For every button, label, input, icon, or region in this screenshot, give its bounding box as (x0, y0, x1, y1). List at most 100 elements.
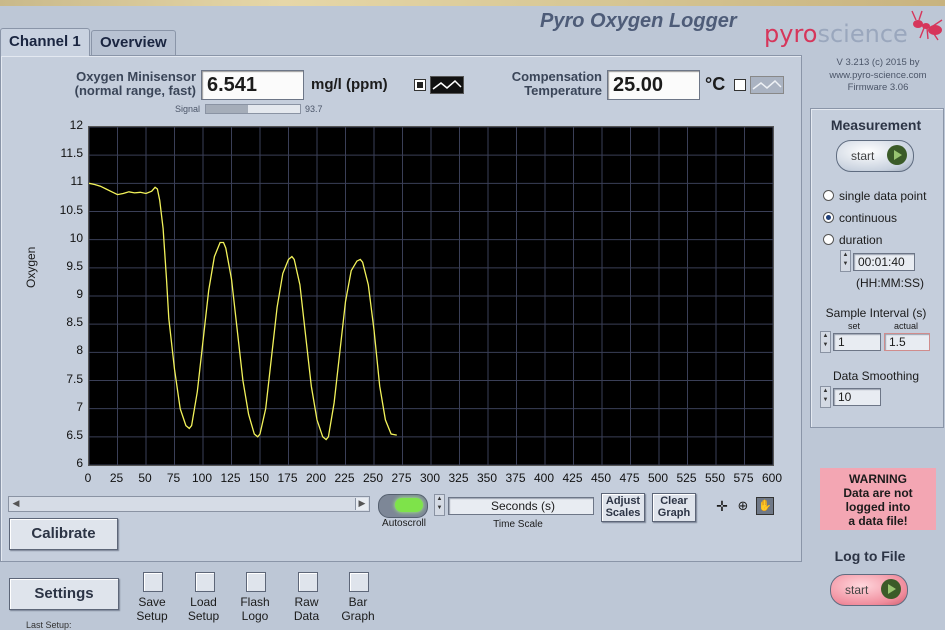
toolbar-label-line1: Raw (294, 595, 319, 609)
temperature-value[interactable]: 25.00 (607, 70, 700, 100)
temperature-plot-checkbox[interactable] (734, 79, 746, 91)
compensation-label-line1: Compensation (511, 69, 602, 84)
log-start-button[interactable]: start (830, 574, 908, 606)
tab-channel-1[interactable]: Channel 1 (0, 28, 90, 56)
signal-value: 93.7 (305, 104, 323, 114)
temperature-trace-icon (750, 76, 784, 94)
y-tick-label: 7 (76, 399, 83, 414)
sample-interval-title: Sample Interval (s) (825, 306, 927, 320)
toolbar-label-line2: Graph (341, 609, 375, 623)
clear-graph-l1: Clear (660, 495, 688, 507)
continuous-label: continuous (839, 211, 898, 225)
x-tick-label: 125 (220, 471, 241, 485)
warning-box: WARNING Data are not logged into a data … (820, 468, 936, 530)
y-axis-label: Oxygen (24, 246, 38, 288)
clear-graph-button[interactable]: Clear Graph (652, 493, 696, 522)
y-tick-label: 7.5 (66, 371, 83, 386)
firmware-line: Firmware 3.06 (847, 82, 909, 93)
x-tick-label: 525 (676, 471, 697, 485)
sample-interval-spinner[interactable]: ▲ ▼ (820, 331, 831, 353)
data-smoothing-title: Data Smoothing (832, 369, 920, 383)
scroll-left-arrow-icon[interactable]: ◀ (10, 498, 22, 510)
x-tick-label: 100 (191, 471, 213, 485)
x-tick-label: 25 (109, 471, 124, 485)
x-tick-label: 250 (362, 471, 384, 485)
calibrate-button[interactable]: Calibrate (9, 518, 118, 550)
x-tick-label: 325 (448, 471, 469, 485)
autoscroll-label: Autoscroll (382, 518, 426, 529)
top-strip (0, 0, 945, 6)
toolbar-label-line2: Setup (136, 609, 168, 623)
radio-single-data-point[interactable] (823, 190, 834, 201)
y-tick-label: 8.5 (66, 315, 83, 330)
x-tick-label: 0 (84, 471, 92, 485)
tab-overview[interactable]: Overview (91, 30, 176, 55)
settings-button[interactable]: Settings (9, 578, 119, 610)
toolbar-label-line1: Load (190, 595, 217, 609)
radio-continuous[interactable] (823, 212, 834, 223)
toolbar-label-line1: Flash (240, 595, 270, 609)
time-scrollbar[interactable]: ◀ ▶ (8, 496, 370, 512)
x-tick-label: 550 (704, 471, 726, 485)
toolbar-label-line1: Save (138, 595, 166, 609)
toolbar-button-label: Flash Logo (227, 595, 283, 623)
data-smoothing-field[interactable]: 10 (833, 388, 881, 406)
autoscroll-toggle[interactable] (378, 494, 428, 518)
adjust-scales-l1: Adjust (605, 495, 641, 507)
y-tick-label: 11 (70, 174, 83, 189)
y-tick-label: 9 (76, 287, 83, 301)
scroll-right-arrow-icon[interactable]: ▶ (355, 498, 368, 510)
version-info: V 3.213 (c) 2015 by www.pyro-science.com… (818, 57, 938, 95)
toolbar-button-label: Bar Graph (330, 595, 386, 623)
toolbar-label-line2: Logo (241, 609, 269, 623)
toolbar-label-line1: Bar (348, 595, 368, 609)
y-tick-label: 10.5 (59, 202, 83, 217)
app-title: Pyro Oxygen Logger (540, 10, 737, 32)
toolbar-button-save-setup[interactable] (143, 572, 163, 592)
signal-label: Signal (175, 104, 201, 114)
duration-spinner[interactable]: ▲ ▼ (840, 250, 851, 272)
version-line: V 3.213 (c) 2015 by (836, 57, 920, 68)
log-to-file-title: Log to File (834, 548, 906, 564)
toolbar-label-line2: Setup (187, 609, 220, 623)
zoom-icon[interactable]: ⊕ (735, 498, 751, 514)
data-smoothing-spinner[interactable]: ▲ ▼ (820, 386, 831, 408)
sensor-label: Oxygen Minisensor (normal range, fast) (40, 70, 196, 98)
adjust-scales-button[interactable]: Adjust Scales (601, 493, 645, 522)
y-tick-label: 10 (69, 230, 83, 245)
x-tick-label: 200 (305, 471, 327, 485)
measurement-start-button[interactable]: start (836, 140, 914, 172)
crosshair-icon[interactable]: ✛ (714, 498, 730, 514)
toolbar-button-load-setup[interactable] (194, 572, 215, 592)
measurement-title: Measurement (830, 117, 922, 133)
toolbar-button-raw-data[interactable] (297, 572, 318, 592)
sensor-label-line1: Oxygen Minisensor (76, 69, 196, 84)
signal-fill (206, 105, 249, 113)
x-tick-label: 50 (138, 471, 152, 485)
oxygen-chart[interactable] (88, 126, 774, 466)
toolbar-button-bar-graph[interactable] (349, 572, 369, 592)
pan-hand-icon[interactable]: ✋ (756, 497, 774, 515)
sample-interval-actual-label: actual (894, 321, 919, 331)
toolbar-button-label: Load Setup (176, 595, 232, 623)
sample-interval-set-field[interactable]: 1 (833, 333, 881, 351)
logo-pyro: pyro (764, 20, 818, 48)
duration-field[interactable]: 00:01:40 (853, 253, 915, 271)
sample-interval-set-label: set (848, 321, 861, 331)
toolbar-button-label: Raw Data (279, 595, 335, 623)
measurement-start-label: start (851, 149, 875, 163)
radio-duration[interactable] (823, 234, 834, 245)
x-tick-label: 575 (733, 471, 754, 485)
x-tick-label: 475 (619, 471, 640, 485)
x-tick-label: 450 (590, 471, 612, 485)
duration-label: duration (839, 233, 883, 247)
x-tick-label: 425 (562, 471, 583, 485)
oxygen-plot-checkbox[interactable] (414, 79, 426, 91)
toolbar-button-label: Save Setup (124, 595, 180, 623)
y-tick-label: 12 (69, 118, 83, 132)
toolbar-button-flash-logo[interactable] (246, 572, 266, 592)
play-icon (887, 145, 907, 165)
y-tick-label: 9.5 (66, 258, 83, 273)
time-scale-spinner[interactable]: ▲ ▼ (434, 494, 445, 516)
time-scale-select[interactable]: Seconds (s) (448, 497, 594, 515)
